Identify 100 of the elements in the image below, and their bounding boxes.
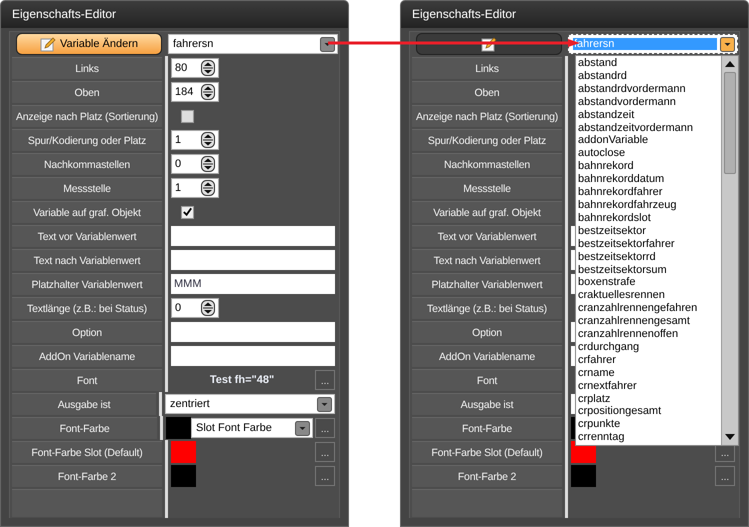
panel-title: Eigenschafts-Editor [401, 1, 748, 28]
list-item[interactable]: craktuellesrennen [578, 289, 721, 302]
variable-dropdown[interactable]: fahrersn [168, 34, 338, 54]
browse-button[interactable]: ... [315, 418, 335, 438]
list-item[interactable]: crfahrer [578, 354, 721, 367]
browse-button[interactable]: ... [315, 442, 335, 462]
list-item[interactable]: abstandrd [578, 70, 721, 83]
spinner-arrows-icon [201, 84, 215, 100]
property-label: Nachkommastellen [412, 153, 562, 175]
change-variable-button[interactable]: Variable Ändern [16, 33, 162, 55]
variable-dropdown[interactable]: zentriert [165, 394, 335, 414]
list-item[interactable]: crplatz [578, 392, 721, 406]
list-item[interactable]: autoclose [578, 147, 721, 160]
spinner-arrows-icon [201, 300, 215, 316]
browse-button[interactable]: ... [315, 466, 335, 486]
number-spinner[interactable]: 184 [171, 82, 219, 102]
list-item[interactable]: bestzeitsektorsum [578, 264, 721, 276]
property-label: Font-Farbe Slot (Default) [412, 441, 562, 463]
list-item[interactable]: crdurchgang [578, 340, 721, 354]
list-item[interactable]: abstandzeit [578, 108, 721, 122]
property-label: Font-Farbe 2 [412, 465, 562, 487]
number-spinner[interactable]: 0 [171, 154, 219, 174]
property-label: Links [412, 57, 562, 79]
list-item[interactable]: abstandzeitvordermann [578, 122, 721, 134]
list-item[interactable]: abstandrdvordermann [578, 82, 721, 96]
property-label: Textlänge (z.B.: bei Status) [12, 297, 162, 319]
number-spinner[interactable]: 1 [171, 130, 219, 150]
dropdown-caret-icon [320, 37, 335, 52]
list-item[interactable]: bestzeitsektorfahrer [578, 238, 721, 251]
list-item[interactable]: bahnrekordfahrer [578, 186, 721, 199]
list-item[interactable]: bestzeitsektor [578, 224, 721, 238]
list-item[interactable]: bahnrekordslot [578, 212, 721, 225]
property-label: Anzeige nach Platz (Sortierung) [412, 105, 562, 127]
scrollbar[interactable] [721, 56, 738, 445]
dropdown-caret-icon [295, 421, 310, 436]
number-spinner[interactable]: 80 [171, 58, 219, 78]
property-label: Font-Farbe Slot (Default) [12, 441, 162, 463]
list-item[interactable]: bahnrekord [578, 160, 721, 174]
browse-button[interactable]: ... [315, 370, 335, 390]
scroll-thumb[interactable] [724, 72, 736, 174]
list-item[interactable]: crnextfahrer [578, 380, 721, 393]
property-label: Platzhalter Variablenwert [412, 273, 562, 295]
scroll-up-icon [725, 61, 735, 67]
list-item[interactable]: cranzahlrennengesamt [578, 315, 721, 328]
property-label: Ausgabe ist [412, 393, 562, 415]
property-label: Variable auf graf. Objekt [412, 201, 562, 223]
list-item[interactable]: cranzahlrennenoffen [578, 328, 721, 341]
checkbox[interactable] [181, 110, 194, 122]
property-label: Text nach Variablenwert [412, 249, 562, 271]
list-item[interactable]: boxenstrafe [578, 276, 721, 290]
spinner-arrows-icon [201, 156, 215, 172]
spinner-arrows-icon [201, 180, 215, 196]
property-label: AddOn Variablename [412, 345, 562, 367]
color-dropdown[interactable]: Slot Font Farbe [191, 418, 313, 438]
list-item[interactable]: abstandvordermann [578, 96, 721, 109]
browse-button[interactable]: ... [715, 466, 735, 486]
property-label: Messstelle [412, 177, 562, 199]
property-label: Oben [412, 81, 562, 103]
text-field[interactable]: MMM [171, 274, 335, 294]
spinner-arrows-icon [201, 60, 215, 76]
property-label: Ausgabe ist [12, 393, 156, 415]
property-label: Oben [12, 81, 162, 103]
font-preview: Test fh="48" [208, 374, 276, 386]
pencil-icon [40, 36, 56, 52]
list-item[interactable]: crpositiongesamt [578, 405, 721, 418]
number-spinner[interactable]: 0 [171, 298, 219, 318]
text-field[interactable] [171, 322, 335, 342]
checkbox[interactable] [181, 206, 194, 218]
list-item[interactable]: crrenntag [578, 431, 721, 444]
property-label: Textlänge (z.B.: bei Status) [412, 297, 562, 319]
dropdown-caret-icon [317, 397, 332, 412]
list-item[interactable]: bahnrekorddatum [578, 173, 721, 186]
list-item[interactable]: bestzeitsektorrd [578, 250, 721, 264]
property-label: Option [12, 321, 162, 343]
spinner-arrows-icon [201, 132, 215, 148]
list-item[interactable]: crpunkte [578, 418, 721, 432]
property-label: Font [12, 369, 162, 391]
text-field[interactable] [171, 226, 335, 246]
property-label: Anzeige nach Platz (Sortierung) [12, 105, 162, 127]
list-item[interactable]: bahnrekordfahrzeug [578, 198, 721, 212]
property-label: Option [412, 321, 562, 343]
property-label: Messstelle [12, 177, 162, 199]
panel-title: Eigenschafts-Editor [1, 1, 348, 28]
property-label: Text vor Variablenwert [12, 225, 162, 247]
dropdown-caret-icon [720, 37, 735, 52]
number-spinner[interactable]: 1 [171, 178, 219, 198]
property-label: Links [12, 57, 162, 79]
property-label: Font [412, 369, 562, 391]
list-item[interactable]: addonVariable [578, 134, 721, 148]
list-item[interactable]: cranzahlrennengefahren [578, 302, 721, 316]
list-item[interactable]: abstand [578, 57, 721, 70]
property-label: Platzhalter Variablenwert [12, 273, 162, 295]
property-label: Text nach Variablenwert [12, 249, 162, 271]
property-label: Spur/Kodierung oder Platz [412, 129, 562, 151]
property-label: Font-Farbe [12, 417, 158, 439]
property-label: Font-Farbe [412, 417, 562, 439]
property-label: AddOn Variablename [12, 345, 162, 367]
text-field[interactable] [171, 346, 335, 366]
text-field[interactable] [171, 250, 335, 270]
list-item[interactable]: crname [578, 366, 721, 380]
